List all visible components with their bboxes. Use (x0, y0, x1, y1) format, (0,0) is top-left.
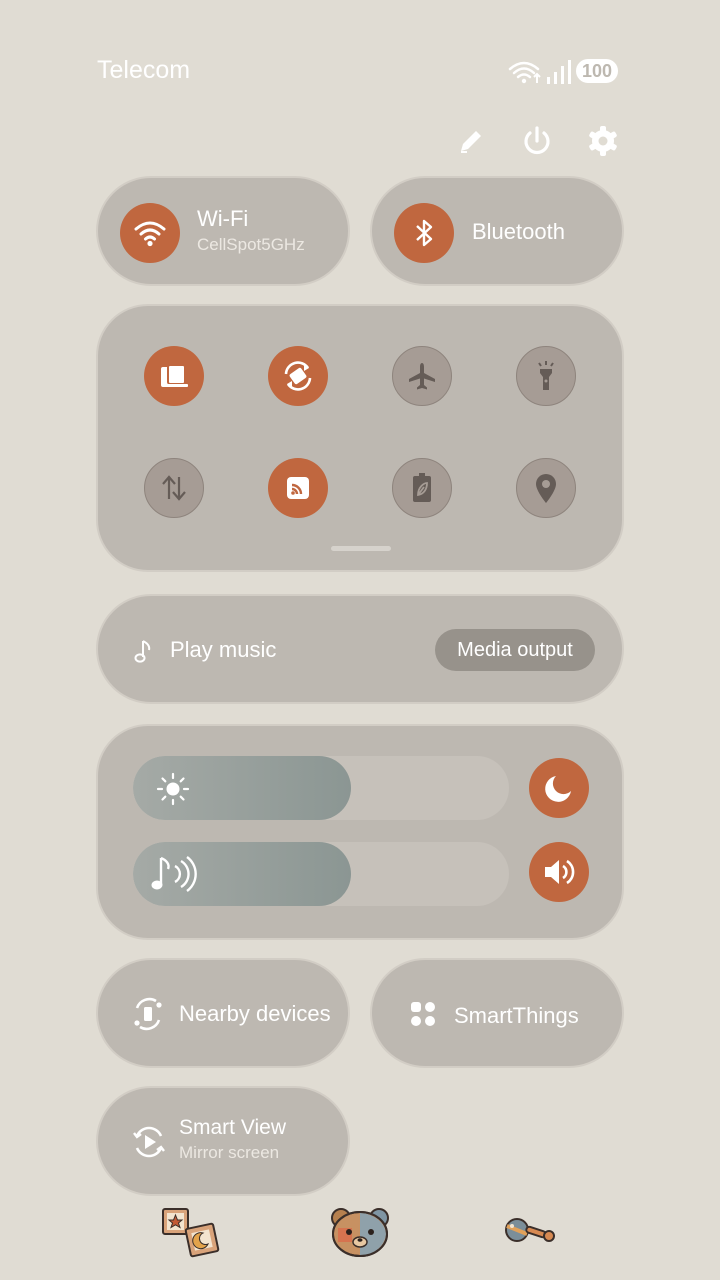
brightness-icon (156, 772, 190, 806)
media-output-button[interactable]: Media output (435, 629, 595, 671)
music-note-icon (134, 640, 151, 663)
volume-slider[interactable] (133, 842, 509, 906)
toggle-airplane[interactable] (392, 346, 452, 406)
wifi-tile[interactable]: Wi-Fi CellSpot5GHz (96, 176, 350, 286)
toggle-mobile-data[interactable] (144, 458, 204, 518)
night-mode-button[interactable] (529, 758, 589, 818)
sound-mode-button[interactable] (529, 842, 589, 902)
moon-icon (545, 776, 571, 802)
toggle-auto-rotate[interactable] (268, 346, 328, 406)
brightness-slider[interactable] (133, 756, 509, 820)
smart-view-sub: Mirror screen (179, 1143, 280, 1162)
wifi-icon (134, 221, 166, 247)
bluetooth-icon (416, 219, 433, 247)
power-icon (524, 126, 550, 155)
wifi-icon (508, 61, 541, 84)
toggle-display[interactable] (144, 346, 204, 406)
smart-view-tile[interactable]: Smart View Mirror screen (96, 1086, 350, 1196)
nearby-devices-icon (134, 997, 162, 1031)
wifi-toggle[interactable] (120, 203, 180, 263)
speaker-icon (545, 859, 575, 885)
smartthings-tile[interactable]: SmartThings (370, 958, 624, 1068)
edit-button[interactable] (449, 119, 493, 163)
toggle-power-saving[interactable] (392, 458, 452, 518)
flashlight-icon (538, 361, 554, 390)
auto-rotate-icon (284, 361, 312, 391)
nearby-devices-tile[interactable]: Nearby devices (96, 958, 350, 1068)
status-icons: 100 (508, 58, 620, 86)
airplane-icon (409, 363, 435, 390)
toggle-location[interactable] (516, 458, 576, 518)
smartthings-icon (411, 1002, 435, 1026)
media-tile[interactable]: Play music Media output (96, 594, 624, 704)
display-icon (161, 364, 188, 387)
stickers-icon (162, 1208, 220, 1258)
quick-toggles-panel (96, 304, 624, 572)
carrier-name: Telecom (97, 56, 191, 84)
settings-button[interactable] (581, 119, 625, 163)
smartthings-label: SmartThings (454, 1003, 579, 1028)
bluetooth-tile[interactable]: Bluetooth (370, 176, 624, 286)
teddy-bear-icon (331, 1208, 389, 1257)
location-icon (536, 474, 556, 503)
sliders-panel (96, 724, 624, 940)
mobile-data-icon (162, 475, 186, 501)
rattle-icon (505, 1218, 555, 1242)
power-saving-icon (413, 473, 431, 502)
power-button[interactable] (515, 119, 559, 163)
smart-view-icon (133, 1126, 165, 1158)
bluetooth-label: Bluetooth (472, 219, 565, 244)
wifi-network: CellSpot5GHz (197, 235, 305, 254)
play-music-label: Play music (170, 637, 277, 662)
wifi-label: Wi-Fi (197, 206, 249, 231)
signal-icon (547, 60, 571, 84)
cast-icon (287, 477, 309, 499)
edit-icon (461, 131, 481, 153)
nearby-devices-label: Nearby devices (179, 1001, 331, 1026)
smart-view-label: Smart View (179, 1116, 286, 1139)
battery-icon: 100 (576, 59, 618, 83)
panel-expand-handle[interactable] (331, 546, 391, 551)
toggle-cast[interactable] (268, 458, 328, 518)
music-volume-icon (151, 856, 197, 892)
toggle-flashlight[interactable] (516, 346, 576, 406)
bluetooth-toggle[interactable] (394, 203, 454, 263)
gear-icon (589, 126, 617, 156)
